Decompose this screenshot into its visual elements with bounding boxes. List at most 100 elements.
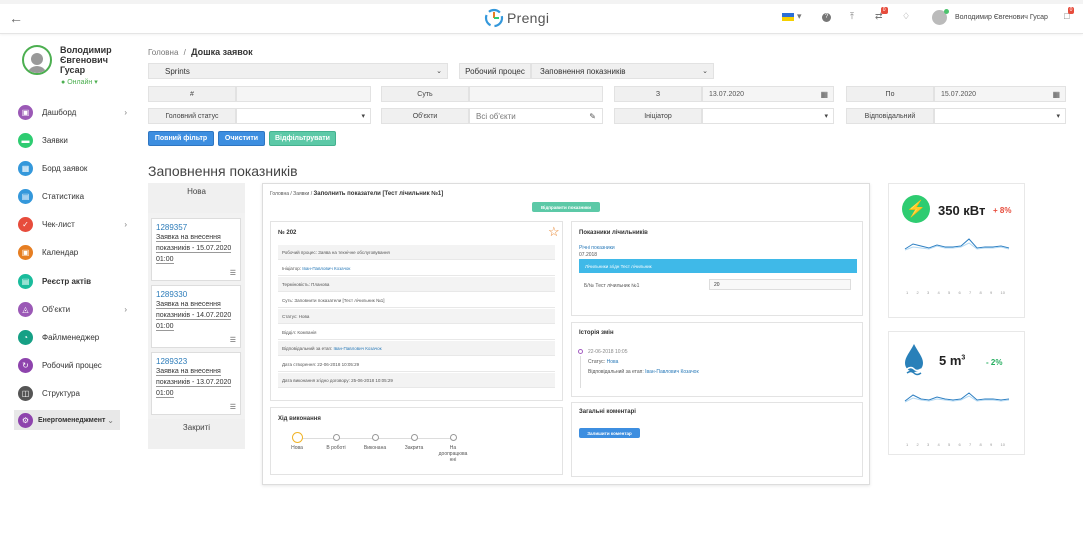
number-input[interactable]	[236, 86, 371, 102]
chevron-down-icon: ▾	[824, 113, 828, 120]
sidebar-item[interactable]: ▣ Дашборд ›	[18, 102, 130, 122]
calendar-icon[interactable]: ▦	[820, 90, 828, 99]
sidebar-item[interactable]: ✓ Чек-лист ›	[18, 214, 130, 234]
user-name[interactable]: Володимир Євгенович Гусар	[955, 14, 1048, 21]
meter-value-input[interactable]: 20	[709, 279, 851, 290]
app-logo[interactable]: Prengi	[484, 6, 549, 30]
language-flag-icon[interactable]	[782, 13, 794, 21]
sidebar-item-label: Структура	[42, 388, 80, 398]
from-label: З	[655, 90, 661, 98]
card-menu-icon[interactable]: ☰	[230, 403, 236, 411]
calendar-icon[interactable]: ▦	[1052, 90, 1060, 99]
ticket-row: Терміновість: Планова	[278, 277, 555, 292]
sidebar-item[interactable]: ◬ Об'єкти ›	[18, 299, 130, 319]
chevron-down-icon: ⌄	[436, 68, 442, 75]
history-status-value: Нова	[606, 359, 619, 365]
messages-icon[interactable]: □ 0	[1064, 7, 1075, 21]
objects-select[interactable]: Всі об'єкти ✎	[469, 108, 603, 124]
objects-label: Об'єкти	[412, 112, 438, 120]
sidebar-item-label: Файлменеджер	[42, 332, 100, 342]
stats-icon: ▤	[18, 188, 33, 204]
request-card[interactable]: 1289357 Заявка на внесення показників - 15…	[151, 218, 241, 281]
sidebar-item[interactable]: ▤ Реєстр актів	[18, 271, 130, 291]
profile-avatar[interactable]	[22, 45, 52, 75]
card-menu-icon[interactable]: ☰	[230, 269, 236, 277]
card-id[interactable]: 1289323	[156, 357, 236, 366]
ticket-row: Відділ: Компанія	[278, 325, 555, 340]
ticket-row-value: 22-06-2018 10:05:29	[317, 361, 360, 367]
full-filter-button[interactable]: Повний фільтр	[148, 131, 214, 146]
leave-comment-button[interactable]: Залишити коментар	[579, 428, 640, 438]
sidebar-item[interactable]: ▦ Борд заявок	[18, 158, 130, 178]
step-label: В роботі	[326, 445, 346, 451]
energy-icon: ⚙	[18, 412, 33, 428]
send-readings-button[interactable]: Відправити показники	[532, 202, 600, 212]
ticket-row-value[interactable]: Іван-Павлович Козачок	[333, 346, 381, 351]
sprints-select[interactable]: Sprints ⌄	[148, 63, 448, 79]
axis-tick: 6	[958, 290, 961, 295]
sidebar-item[interactable]: ◔ Файлменеджер	[18, 327, 130, 347]
from-date-input[interactable]: 13.07.2020 ▦	[702, 86, 834, 102]
ticket-row: Дата виконання згідно договору: 25-06-20…	[278, 373, 555, 388]
card-line: 01:00	[156, 256, 174, 264]
sidebar-item[interactable]: ↻ Робочий процес	[18, 355, 130, 375]
axis-tick: 8	[979, 442, 982, 447]
profile-name[interactable]: Володимир Євгенович Гусар	[60, 45, 130, 75]
axis-tick: 5	[948, 442, 951, 447]
water-drop-icon	[902, 342, 926, 376]
chevron-right-icon: ›	[124, 219, 127, 229]
card-id[interactable]: 1289330	[156, 290, 236, 299]
sidebar-item[interactable]: ◫ Структура	[18, 383, 130, 403]
language-chevron-icon[interactable]: ▾	[797, 11, 802, 22]
sidebar-item-label: Заявки	[42, 135, 68, 145]
axis-tick: 8	[979, 290, 982, 295]
ticket-row-label: Терміновість:	[282, 281, 310, 287]
tasks-icon[interactable]: ⇄ 0	[875, 7, 888, 22]
meter-name: Б/№ Тест лічильник №1	[584, 283, 640, 289]
card-menu-icon[interactable]: ☰	[230, 336, 236, 344]
card-line: 01:00	[156, 390, 174, 398]
status-select[interactable]: ▾	[236, 108, 371, 124]
clear-button[interactable]: Очистити	[218, 131, 265, 146]
axis-tick: 1	[906, 442, 909, 447]
ticket-row-value[interactable]: Іван-Павлович Козачок	[302, 266, 350, 271]
ticket-row-value: 25-06-2018 10:05:29	[351, 377, 393, 383]
bell-icon[interactable]: ♢	[902, 11, 910, 22]
responsible-label-cell: Відповідальний	[846, 108, 934, 124]
card-id[interactable]: 1289357	[156, 223, 236, 232]
initiator-select[interactable]: ▾	[702, 108, 834, 124]
breadcrumb-home[interactable]: Головна	[148, 48, 178, 57]
sidebar-item[interactable]: ⚙ Енергоменеджмент ⌄	[14, 410, 120, 430]
workflow-select[interactable]: Заповнення показників ⌄	[531, 63, 714, 79]
star-icon[interactable]: ☆	[548, 224, 560, 240]
step-label: Виконана	[363, 445, 387, 451]
ticket-row-label: Дата створення:	[282, 361, 317, 367]
apply-filter-button[interactable]: Відфільтрувати	[269, 131, 336, 146]
axis-tick: 2	[916, 442, 919, 447]
responsible-select[interactable]: ▾	[934, 108, 1066, 124]
to-date-input[interactable]: 15.07.2020 ▦	[934, 86, 1066, 102]
sidebar-item[interactable]: ▤ Статистика	[18, 186, 130, 206]
ticket-row-label: Статус:	[282, 313, 298, 319]
request-card[interactable]: 1289330 Заявка на внесення показників - 14…	[151, 285, 241, 348]
status-label: Головний статус	[165, 112, 219, 120]
history-resp-value[interactable]: Іван-Павлович Козачок	[645, 369, 698, 375]
pin-icon[interactable]: ⤒	[850, 11, 854, 22]
column-footer[interactable]: Закриті	[148, 419, 245, 449]
ticket-row-label: Суть:	[282, 297, 294, 303]
axis-tick: 9	[990, 290, 993, 295]
sidebar-item[interactable]: ▬ Заявки	[18, 130, 130, 150]
profile-status[interactable]: ● Онлайн ▾	[61, 78, 98, 86]
request-card[interactable]: 1289323 Заявка на внесення показників - 13…	[151, 352, 241, 415]
axis-tick: 9	[990, 442, 993, 447]
essence-label: Суть	[417, 90, 433, 98]
edit-icon[interactable]: ✎	[589, 112, 596, 121]
sidebar-item[interactable]: ▣ Календар	[18, 242, 130, 262]
electricity-change: + 8%	[993, 206, 1012, 215]
essence-input[interactable]	[469, 86, 603, 102]
card-title: Заявка на внесення показників - 14.07.202…	[156, 299, 236, 332]
help-icon[interactable]: ?	[822, 13, 831, 22]
back-arrow-icon[interactable]: ←	[9, 10, 23, 26]
messages-badge: 0	[1067, 7, 1075, 14]
meters-link[interactable]: Річні показники	[579, 245, 615, 251]
